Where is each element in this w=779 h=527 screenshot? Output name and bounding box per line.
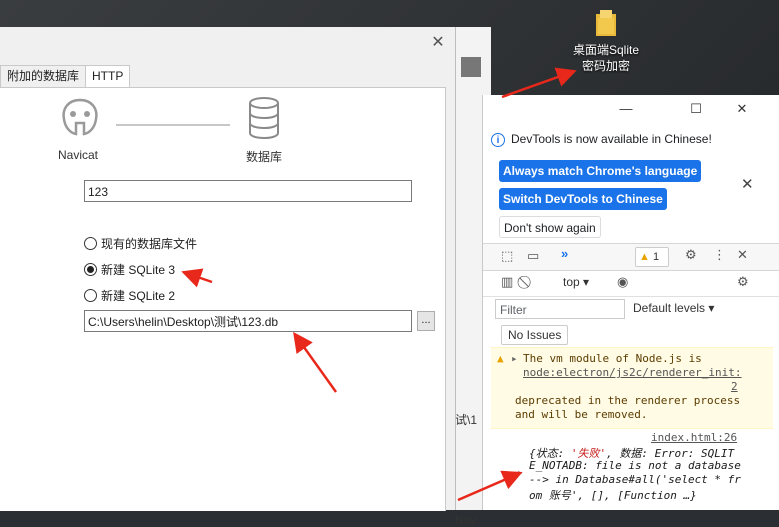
gear-icon[interactable]: ⚙ <box>685 247 697 263</box>
desktop-folder-label[interactable]: 桌面端Sqlite 密码加密 <box>560 42 652 74</box>
sidebar-toggle-icon[interactable]: ▥ <box>501 274 513 290</box>
minimize-icon[interactable]: — <box>603 95 649 123</box>
connector-line <box>116 124 230 126</box>
background-text: 试\1 <box>455 413 478 427</box>
warning-line: deprecated in the renderer process <box>515 394 741 407</box>
device-toolbar-icon[interactable]: ▭ <box>527 248 539 264</box>
close-infobar-icon[interactable]: ✕ <box>741 175 754 193</box>
console-toolbar <box>483 269 779 297</box>
gear-icon[interactable]: ⚙ <box>737 274 749 290</box>
folder-label-line2: 密码加密 <box>581 59 630 73</box>
connection-name-input[interactable]: 123 <box>84 180 412 202</box>
warning-source-line[interactable]: 2 <box>731 380 738 393</box>
radio-button[interactable] <box>84 288 97 302</box>
switch-to-chinese-button[interactable]: Switch DevTools to Chinese <box>499 188 667 210</box>
log-line: E_NOTADB: file is not a database <box>529 459 741 472</box>
console-warning-message[interactable]: ▲ ▸ The vm module of Node.js is node:ele… <box>491 347 773 429</box>
browse-button[interactable]: ... <box>417 311 435 331</box>
radio-button-selected[interactable] <box>84 262 97 276</box>
avatar <box>461 57 481 77</box>
warning-line: The vm module of Node.js is <box>523 352 702 365</box>
log-line: --> in Database#all('select * fr <box>529 473 741 486</box>
warning-source-link[interactable]: node:electron/js2c/renderer_init: <box>523 366 742 379</box>
dont-show-again-button[interactable]: Don't show again <box>499 216 601 238</box>
warning-line: and will be removed. <box>515 408 648 421</box>
console-filter-input[interactable]: Filter <box>495 299 625 319</box>
close-icon[interactable]: ✕ <box>719 95 765 123</box>
background-text: Nav <box>455 513 477 527</box>
warning-icon: ▲ <box>497 352 504 365</box>
more-tabs-icon[interactable]: » <box>561 246 568 262</box>
navicat-logo-icon <box>62 98 98 136</box>
expand-arrow-icon[interactable]: ▸ <box>511 352 518 365</box>
radio-label: 新建 SQLite 3 <box>101 262 176 277</box>
warning-count-badge[interactable]: ▲ 1 <box>635 247 669 267</box>
close-icon[interactable]: ✕ <box>737 247 748 263</box>
database-label: 数据库 <box>246 150 283 164</box>
devtools-window: — ☐ ✕ i DevTools is now available in Chi… <box>482 95 779 510</box>
database-icon <box>249 97 279 139</box>
tab-attached-databases[interactable]: 附加的数据库 <box>0 65 87 87</box>
tab-http[interactable]: HTTP <box>85 65 131 88</box>
navicat-label: Navicat <box>58 148 99 162</box>
always-match-language-button[interactable]: Always match Chrome's language <box>499 160 702 182</box>
folder-icon[interactable] <box>594 8 618 38</box>
inspect-element-icon[interactable]: ⬚ <box>501 248 513 264</box>
expand-arrow-icon[interactable]: ▸ <box>517 466 524 479</box>
info-icon: i <box>491 133 505 147</box>
devtools-language-notice: DevTools is now available in Chinese! <box>511 132 712 146</box>
levels-label: Default levels <box>633 301 706 315</box>
warning-icon: ▲ <box>639 251 650 263</box>
maximize-icon[interactable]: ☐ <box>673 95 719 123</box>
console-log-message[interactable]: index.html:26 ▸ {状态: '失败', 数据: Error: SQ… <box>491 429 773 509</box>
database-file-path-input[interactable]: C:\Users\helin\Desktop\测试\123.db <box>84 310 412 332</box>
log-levels-dropdown[interactable]: Default levels ▾ <box>633 301 714 315</box>
radio-existing-db[interactable]: 现有的数据库文件 <box>84 235 197 251</box>
context-label: top <box>563 275 580 289</box>
radio-label: 新建 SQLite 2 <box>101 288 176 303</box>
context-selector[interactable]: top ▾ <box>563 275 589 289</box>
radio-label: 现有的数据库文件 <box>101 236 198 251</box>
radio-button[interactable] <box>84 236 97 250</box>
folder-label-line1: 桌面端Sqlite <box>572 43 640 57</box>
warning-count: 1 <box>652 251 660 263</box>
issues-button[interactable]: No Issues <box>501 325 569 345</box>
log-line: om 账号', [], [Function …} <box>529 489 697 502</box>
radio-new-sqlite3[interactable]: 新建 SQLite 3 <box>84 261 175 277</box>
eye-icon[interactable]: ◉ <box>617 274 628 290</box>
more-options-icon[interactable]: ⋮ <box>713 247 726 263</box>
radio-new-sqlite2[interactable]: 新建 SQLite 2 <box>84 287 175 303</box>
log-source-link[interactable]: index.html:26 <box>651 431 737 444</box>
tab-bar: 附加的数据库 HTTP <box>0 65 131 88</box>
close-icon[interactable]: ✕ <box>430 35 446 51</box>
